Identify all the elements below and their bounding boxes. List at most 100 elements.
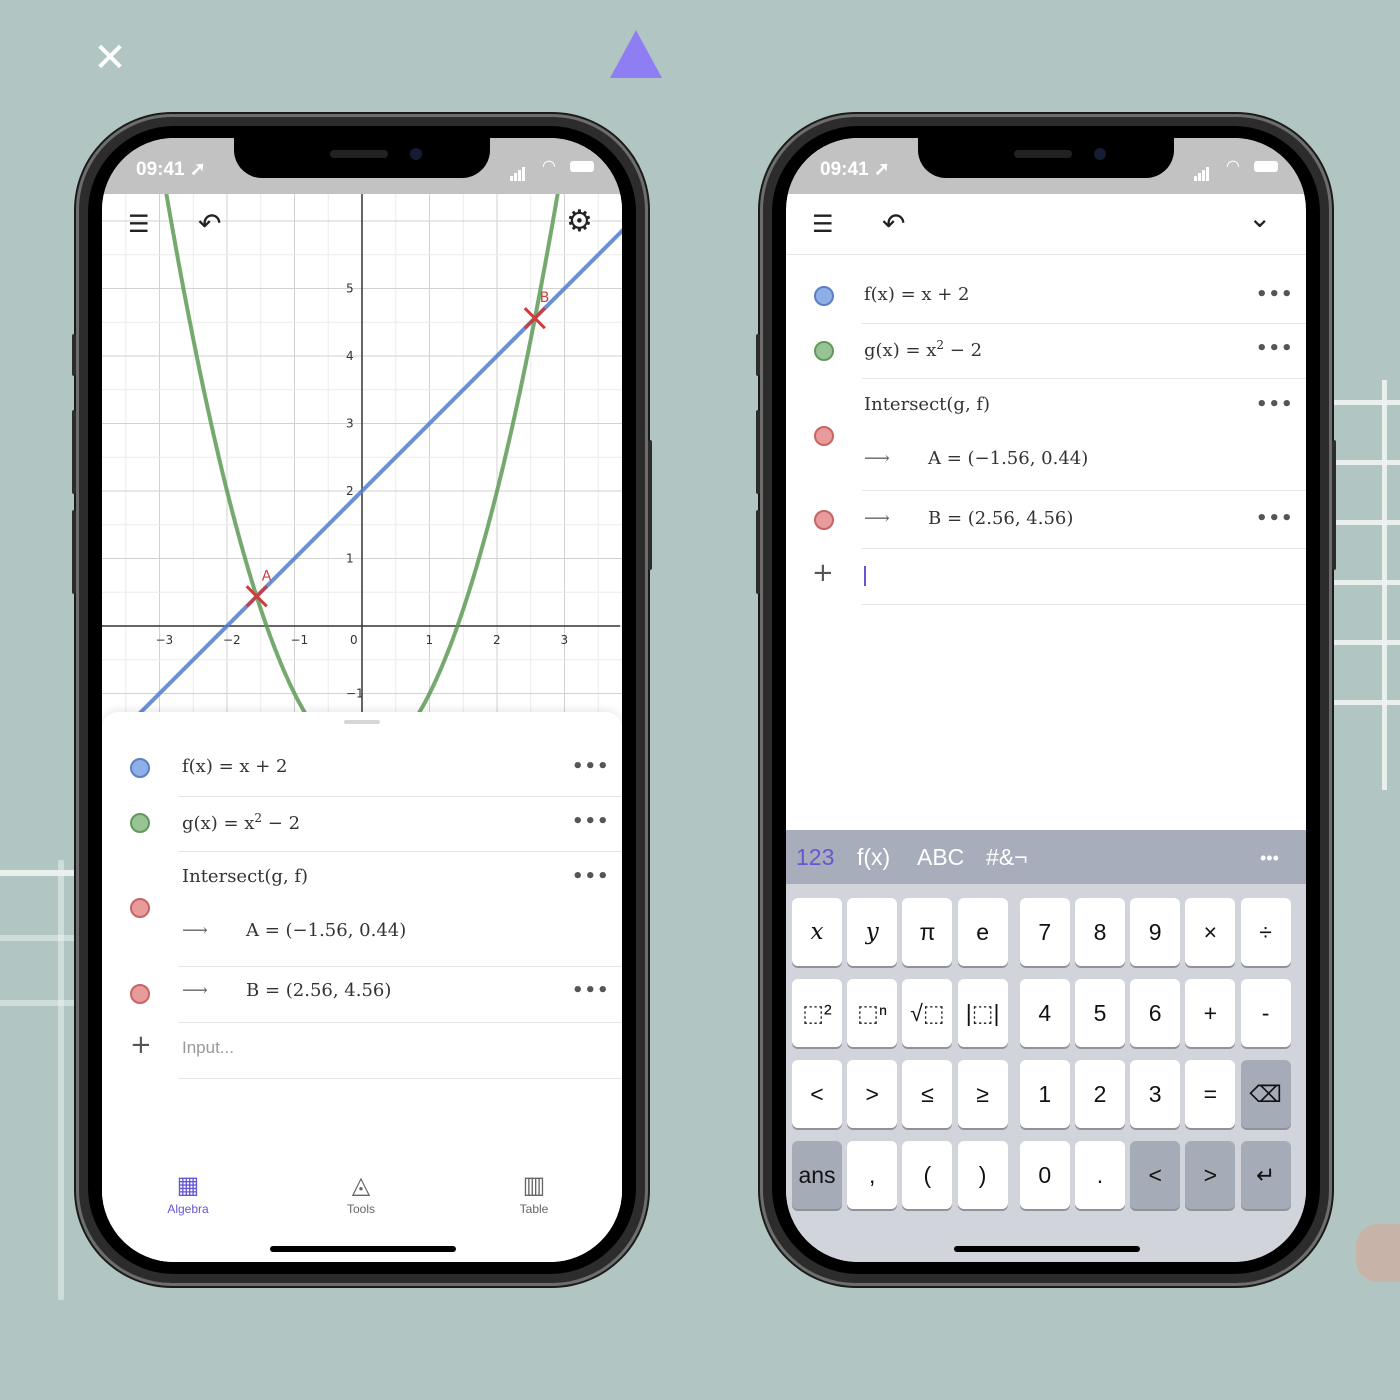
close-icon[interactable]: ✕ [92,38,128,78]
expression-f[interactable]: f(x) = x + 2 [864,284,970,305]
expression-g[interactable]: g(x) = x2 − 2 [182,811,300,834]
expr-name: f(x) [864,284,895,305]
key-y[interactable]: y [847,898,898,966]
keyboard-more-icon[interactable]: ••• [1260,848,1279,869]
key-square[interactable]: ⬚² [792,979,842,1047]
key-plus[interactable]: + [1185,979,1236,1047]
notch [234,138,490,178]
enter-key[interactable]: ↵ [1240,1141,1291,1209]
key-e[interactable]: e [957,898,1008,966]
expression-intersect[interactable]: Intersect(g, f) [182,866,308,887]
tab-label: Tools [346,1202,375,1216]
key-0[interactable]: 0 [1019,1141,1070,1209]
more-options-icon[interactable]: ••• [1256,508,1294,529]
tab-abc[interactable]: ABC [917,844,964,871]
color-dot-b[interactable] [814,510,834,530]
key-close-paren[interactable]: ) [957,1141,1008,1209]
key-geq[interactable]: ≥ [957,1060,1008,1128]
key-sqrt[interactable]: √⬚ [902,979,953,1047]
key-5[interactable]: 5 [1075,979,1125,1047]
graphics-view[interactable]: −3−2−1012354321−1−2AB ☰ ↶ ⚙ [102,138,622,768]
menu-icon[interactable]: ☰ [128,210,150,238]
tab-algebra[interactable]: ▦ Algebra [148,1172,228,1216]
cursor-right-key[interactable]: > [1185,1141,1236,1209]
color-dot-f[interactable] [130,758,150,778]
key-8[interactable]: 8 [1075,898,1125,966]
expr-name: f(x) [182,756,213,777]
key-6[interactable]: 6 [1130,979,1181,1047]
expr-body: = x [899,340,937,361]
key-leq[interactable]: ≤ [902,1060,953,1128]
more-options-icon[interactable]: ••• [1256,394,1294,415]
tab-functions[interactable]: f(x) [857,844,890,871]
add-icon[interactable]: + [812,558,834,588]
grid-decoration-left-4 [58,860,64,1300]
tab-123[interactable]: 123 [796,844,834,871]
key-greater[interactable]: > [847,1060,898,1128]
key-abs[interactable]: |⬚| [957,979,1008,1047]
chevron-down-icon[interactable]: ⌄ [1248,204,1271,232]
input-field[interactable] [864,564,1264,590]
key-less[interactable]: < [792,1060,842,1128]
more-options-icon[interactable]: ••• [1256,284,1294,305]
key-ans[interactable]: ans [792,1141,842,1209]
backspace-key[interactable]: ⌫ [1240,1060,1291,1128]
camera [1094,148,1106,160]
point-b-value[interactable]: B = (2.56, 4.56) [246,980,391,1001]
tab-symbols[interactable]: #&¬ [986,844,1028,871]
battery-icon [570,161,594,172]
key-1[interactable]: 1 [1019,1060,1070,1128]
key-equals[interactable]: = [1185,1060,1236,1128]
row-divider [178,851,622,852]
volume-down-button [72,510,76,594]
key-pi[interactable]: π [902,898,953,966]
key-power[interactable]: ⬚ⁿ [847,979,898,1047]
color-dot-g[interactable] [130,813,150,833]
input-field[interactable]: Input... [182,1038,234,1058]
cursor-left-key[interactable]: < [1130,1141,1181,1209]
key-dot[interactable]: . [1075,1141,1125,1209]
more-options-icon[interactable]: ••• [572,980,610,1001]
menu-icon[interactable]: ☰ [812,210,834,238]
key-9[interactable]: 9 [1130,898,1181,966]
key-3[interactable]: 3 [1130,1060,1181,1128]
key-7[interactable]: 7 [1019,898,1070,966]
tab-tools[interactable]: ◬ Tools [321,1172,401,1216]
key-4[interactable]: 4 [1019,979,1070,1047]
expression-f[interactable]: f(x) = x + 2 [182,756,288,777]
color-dot-g[interactable] [814,341,834,361]
more-options-icon[interactable]: ••• [572,811,610,832]
color-dot-intersect[interactable] [814,426,834,446]
point-b-value[interactable]: B = (2.56, 4.56) [928,508,1073,529]
side-button [72,334,76,376]
tab-table[interactable]: ▥ Table [494,1172,574,1216]
color-dot-intersect[interactable] [130,898,150,918]
graph-canvas[interactable]: −3−2−1012354321−1−2AB [102,138,622,768]
power-button [1332,440,1336,570]
key-open-paren[interactable]: ( [902,1141,953,1209]
key-minus[interactable]: - [1240,979,1291,1047]
wifi-icon: ◠ [1226,156,1240,175]
color-dot-b[interactable] [130,984,150,1004]
math-keyboard: 123 f(x) ABC #&¬ ••• x y π e 7 8 9 × ÷ ⬚² ⬚ⁿ √⬚ |⬚| 4… [786,830,1306,1262]
key-divide[interactable]: ÷ [1240,898,1291,966]
undo-icon[interactable]: ↶ [198,210,221,238]
key-x[interactable]: x [792,898,842,966]
settings-icon[interactable]: ⚙ [566,207,593,237]
more-options-icon[interactable]: ••• [1256,338,1294,359]
key-comma[interactable]: , [847,1141,898,1209]
screen: 09:41 ➚ ◠ ☰ ↶ ⌄ f(x) = x + 2 ••• g(x) = … [786,138,1306,1262]
power-button [648,440,652,570]
color-dot-f[interactable] [814,286,834,306]
expression-g[interactable]: g(x) = x2 − 2 [864,338,982,361]
more-options-icon[interactable]: ••• [572,866,610,887]
add-icon[interactable]: + [130,1030,152,1060]
more-options-icon[interactable]: ••• [572,756,610,777]
key-2[interactable]: 2 [1075,1060,1125,1128]
key-times[interactable]: × [1185,898,1236,966]
triangle-decoration [610,30,662,78]
expression-intersect[interactable]: Intersect(g, f) [864,394,990,415]
undo-icon[interactable]: ↶ [882,210,905,238]
keyboard-tabs: 123 f(x) ABC #&¬ ••• [786,830,1306,884]
sheet-handle[interactable] [344,720,380,724]
